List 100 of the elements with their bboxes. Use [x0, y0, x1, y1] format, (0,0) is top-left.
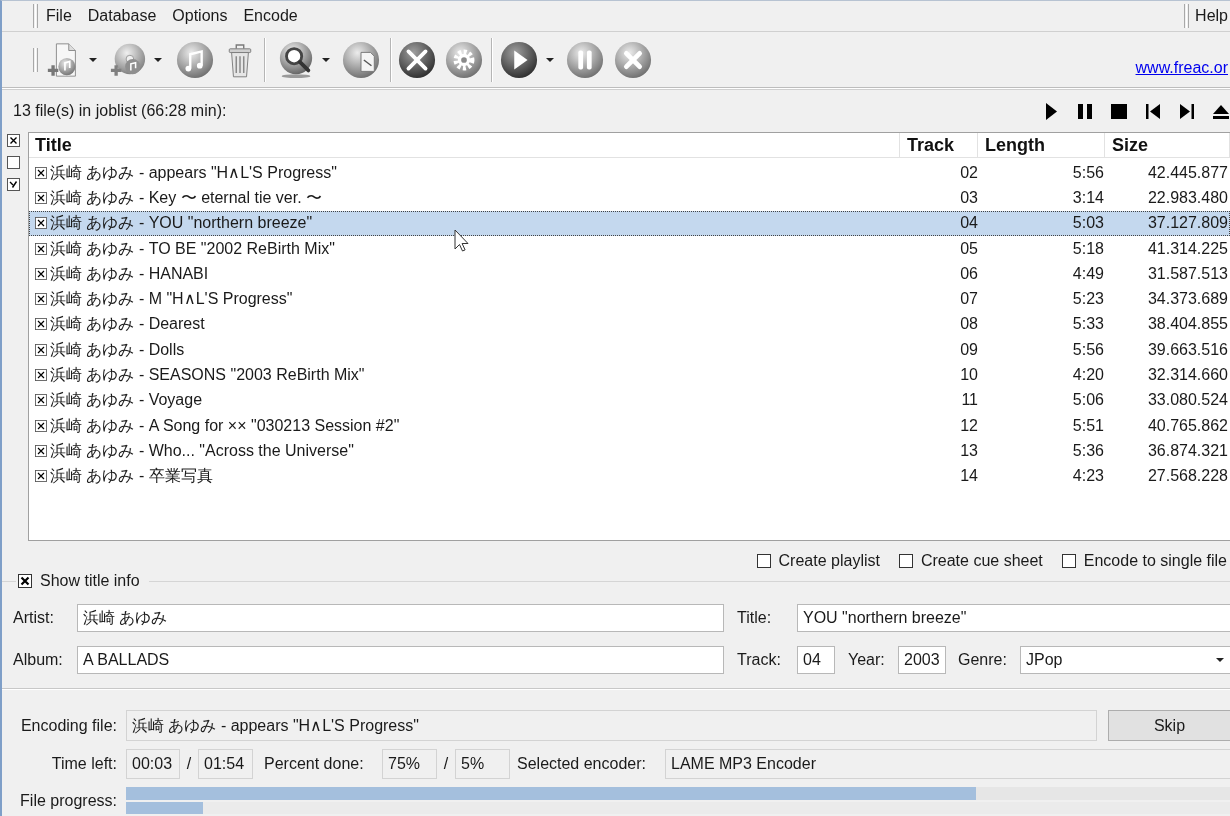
track-title: 浜崎 あゆみ - Dearest: [50, 314, 205, 335]
search-icon[interactable]: [277, 40, 315, 79]
x-checkbox-icon[interactable]: [35, 191, 47, 204]
play-icon[interactable]: [500, 40, 538, 79]
artist-input[interactable]: 浜崎 あゆみ: [77, 604, 724, 632]
track-length: 4:20: [1072, 365, 1104, 386]
file-size: 39.663.516: [1147, 339, 1228, 360]
settings-icon[interactable]: [445, 40, 483, 79]
column-header[interactable]: Title: [29, 133, 900, 157]
menu-item[interactable]: Encode: [240, 6, 301, 26]
option-label: Encode to single file: [1083, 551, 1227, 571]
mouse-pointer-icon: [454, 229, 470, 252]
checkbox[interactable]: [898, 554, 913, 568]
x-checkbox-icon[interactable]: [35, 369, 47, 382]
album-label: Album:: [13, 650, 64, 670]
total-percent-field: 5%: [455, 749, 510, 779]
year-input[interactable]: 2003: [898, 646, 946, 674]
x-checkbox-icon[interactable]: [35, 470, 47, 483]
checkbox[interactable]: [756, 554, 771, 568]
track-length: 3:14: [1072, 187, 1104, 208]
joblist-summary: 13 file(s) in joblist (66:28 min):: [13, 101, 227, 121]
caret-icon[interactable]: [154, 57, 162, 62]
artist-label: Artist:: [13, 608, 55, 628]
file-size: 27.568.228: [1147, 466, 1228, 487]
table-row[interactable]: 浜崎 あゆみ - YOU "northern breeze" 04 5:03 37.127.809: [29, 210, 1230, 236]
caret-icon[interactable]: [89, 57, 97, 62]
skip-button[interactable]: Skip: [1108, 710, 1230, 741]
genre-select[interactable]: JPop: [1020, 646, 1230, 674]
file-size: 22.983.480: [1147, 187, 1228, 208]
encoding-file-label: Encoding file:: [19, 715, 117, 736]
x-checkbox-icon[interactable]: [35, 267, 47, 280]
x-checkbox-icon[interactable]: [35, 444, 47, 457]
tick-checkbox-icon[interactable]: [7, 178, 20, 191]
album-input[interactable]: A BALLADS: [77, 646, 724, 674]
track-length: 5:56: [1072, 162, 1104, 183]
option-label: Create playlist: [778, 551, 880, 571]
track-length: 5:51: [1072, 415, 1104, 436]
pause-icon[interactable]: [1076, 101, 1094, 121]
track-number: 10: [960, 365, 978, 386]
track-input[interactable]: 04: [797, 646, 835, 674]
x-checkbox-icon[interactable]: [35, 217, 47, 230]
track-number: 03: [960, 187, 978, 208]
track-title: 浜崎 あゆみ - TO BE "2002 ReBirth Mix": [50, 238, 335, 259]
caret-icon[interactable]: [546, 57, 554, 62]
group-label: Show title info: [40, 571, 140, 591]
website-link[interactable]: www.freac.or: [1135, 56, 1230, 80]
track-length: 4:23: [1072, 466, 1104, 487]
track-length: 5:56: [1072, 339, 1104, 360]
empty-checkbox-icon[interactable]: [7, 156, 20, 169]
file-size: 41.314.225: [1147, 238, 1228, 259]
track-number: 14: [960, 466, 978, 487]
menu-item[interactable]: Help: [1195, 6, 1230, 26]
column-header[interactable]: Length: [978, 133, 1105, 157]
file-size: 32.314.660: [1147, 365, 1228, 386]
menu-item[interactable]: Database: [84, 6, 160, 26]
tools-icon[interactable]: [398, 40, 436, 79]
x-checkbox-icon[interactable]: [35, 343, 47, 356]
x-checkbox-icon[interactable]: [35, 419, 47, 432]
track-length: 5:03: [1072, 213, 1104, 234]
total-time-left-field: 01:54: [198, 749, 253, 779]
track-title: 浜崎 あゆみ - YOU "northern breeze": [50, 213, 313, 234]
track-title: 浜崎 あゆみ - appears "H∧L'S Progress": [50, 162, 337, 183]
percent-done-label: Percent done:: [264, 754, 365, 774]
menu-item[interactable]: Options: [169, 6, 231, 26]
track-length: 5:23: [1072, 289, 1104, 310]
stop-icon[interactable]: [1110, 101, 1128, 121]
track-title: 浜崎 あゆみ - Who... "Across the Universe": [50, 440, 354, 461]
x-checkbox-icon[interactable]: [35, 242, 47, 255]
checkbox[interactable]: [1061, 554, 1076, 568]
column-header[interactable]: Track: [900, 133, 978, 157]
skip-back-icon[interactable]: [1144, 101, 1162, 121]
track-number: 11: [961, 390, 978, 411]
menu-item[interactable]: File: [43, 6, 75, 26]
track-length: 5:36: [1072, 440, 1104, 461]
selected-encoder-label: Selected encoder:: [517, 754, 647, 774]
separator-slash: /: [442, 754, 450, 774]
file-size: 42.445.877: [1147, 162, 1228, 183]
skip-forward-icon[interactable]: [1178, 101, 1196, 121]
x-circle-icon[interactable]: [614, 40, 652, 79]
column-header[interactable]: Size: [1105, 133, 1230, 157]
file-size: 33.080.524: [1147, 390, 1228, 411]
track-length: 4:49: [1072, 263, 1104, 284]
caret-icon[interactable]: [1216, 658, 1224, 662]
file-size: 34.373.689: [1147, 289, 1228, 310]
caret-icon[interactable]: [322, 57, 330, 62]
x-checkbox-icon[interactable]: [35, 318, 47, 331]
globe-icon[interactable]: [342, 40, 380, 79]
x-checkbox-icon[interactable]: [18, 574, 32, 588]
track-title: 浜崎 あゆみ - A Song for ×× "030213 Session #2": [50, 415, 400, 436]
file-size: 38.404.855: [1147, 314, 1228, 335]
x-checkbox-icon[interactable]: [35, 293, 47, 306]
separator-slash: /: [185, 754, 193, 774]
x-checkbox-icon[interactable]: [35, 166, 47, 179]
track-number: 06: [960, 263, 978, 284]
music-note-icon[interactable]: [176, 40, 214, 79]
title-input[interactable]: YOU "northern breeze": [797, 604, 1230, 632]
time-left-label: Time left:: [50, 754, 117, 774]
track-number: 09: [960, 339, 978, 360]
x-checkbox-icon[interactable]: [7, 134, 20, 147]
x-checkbox-icon[interactable]: [35, 394, 47, 407]
